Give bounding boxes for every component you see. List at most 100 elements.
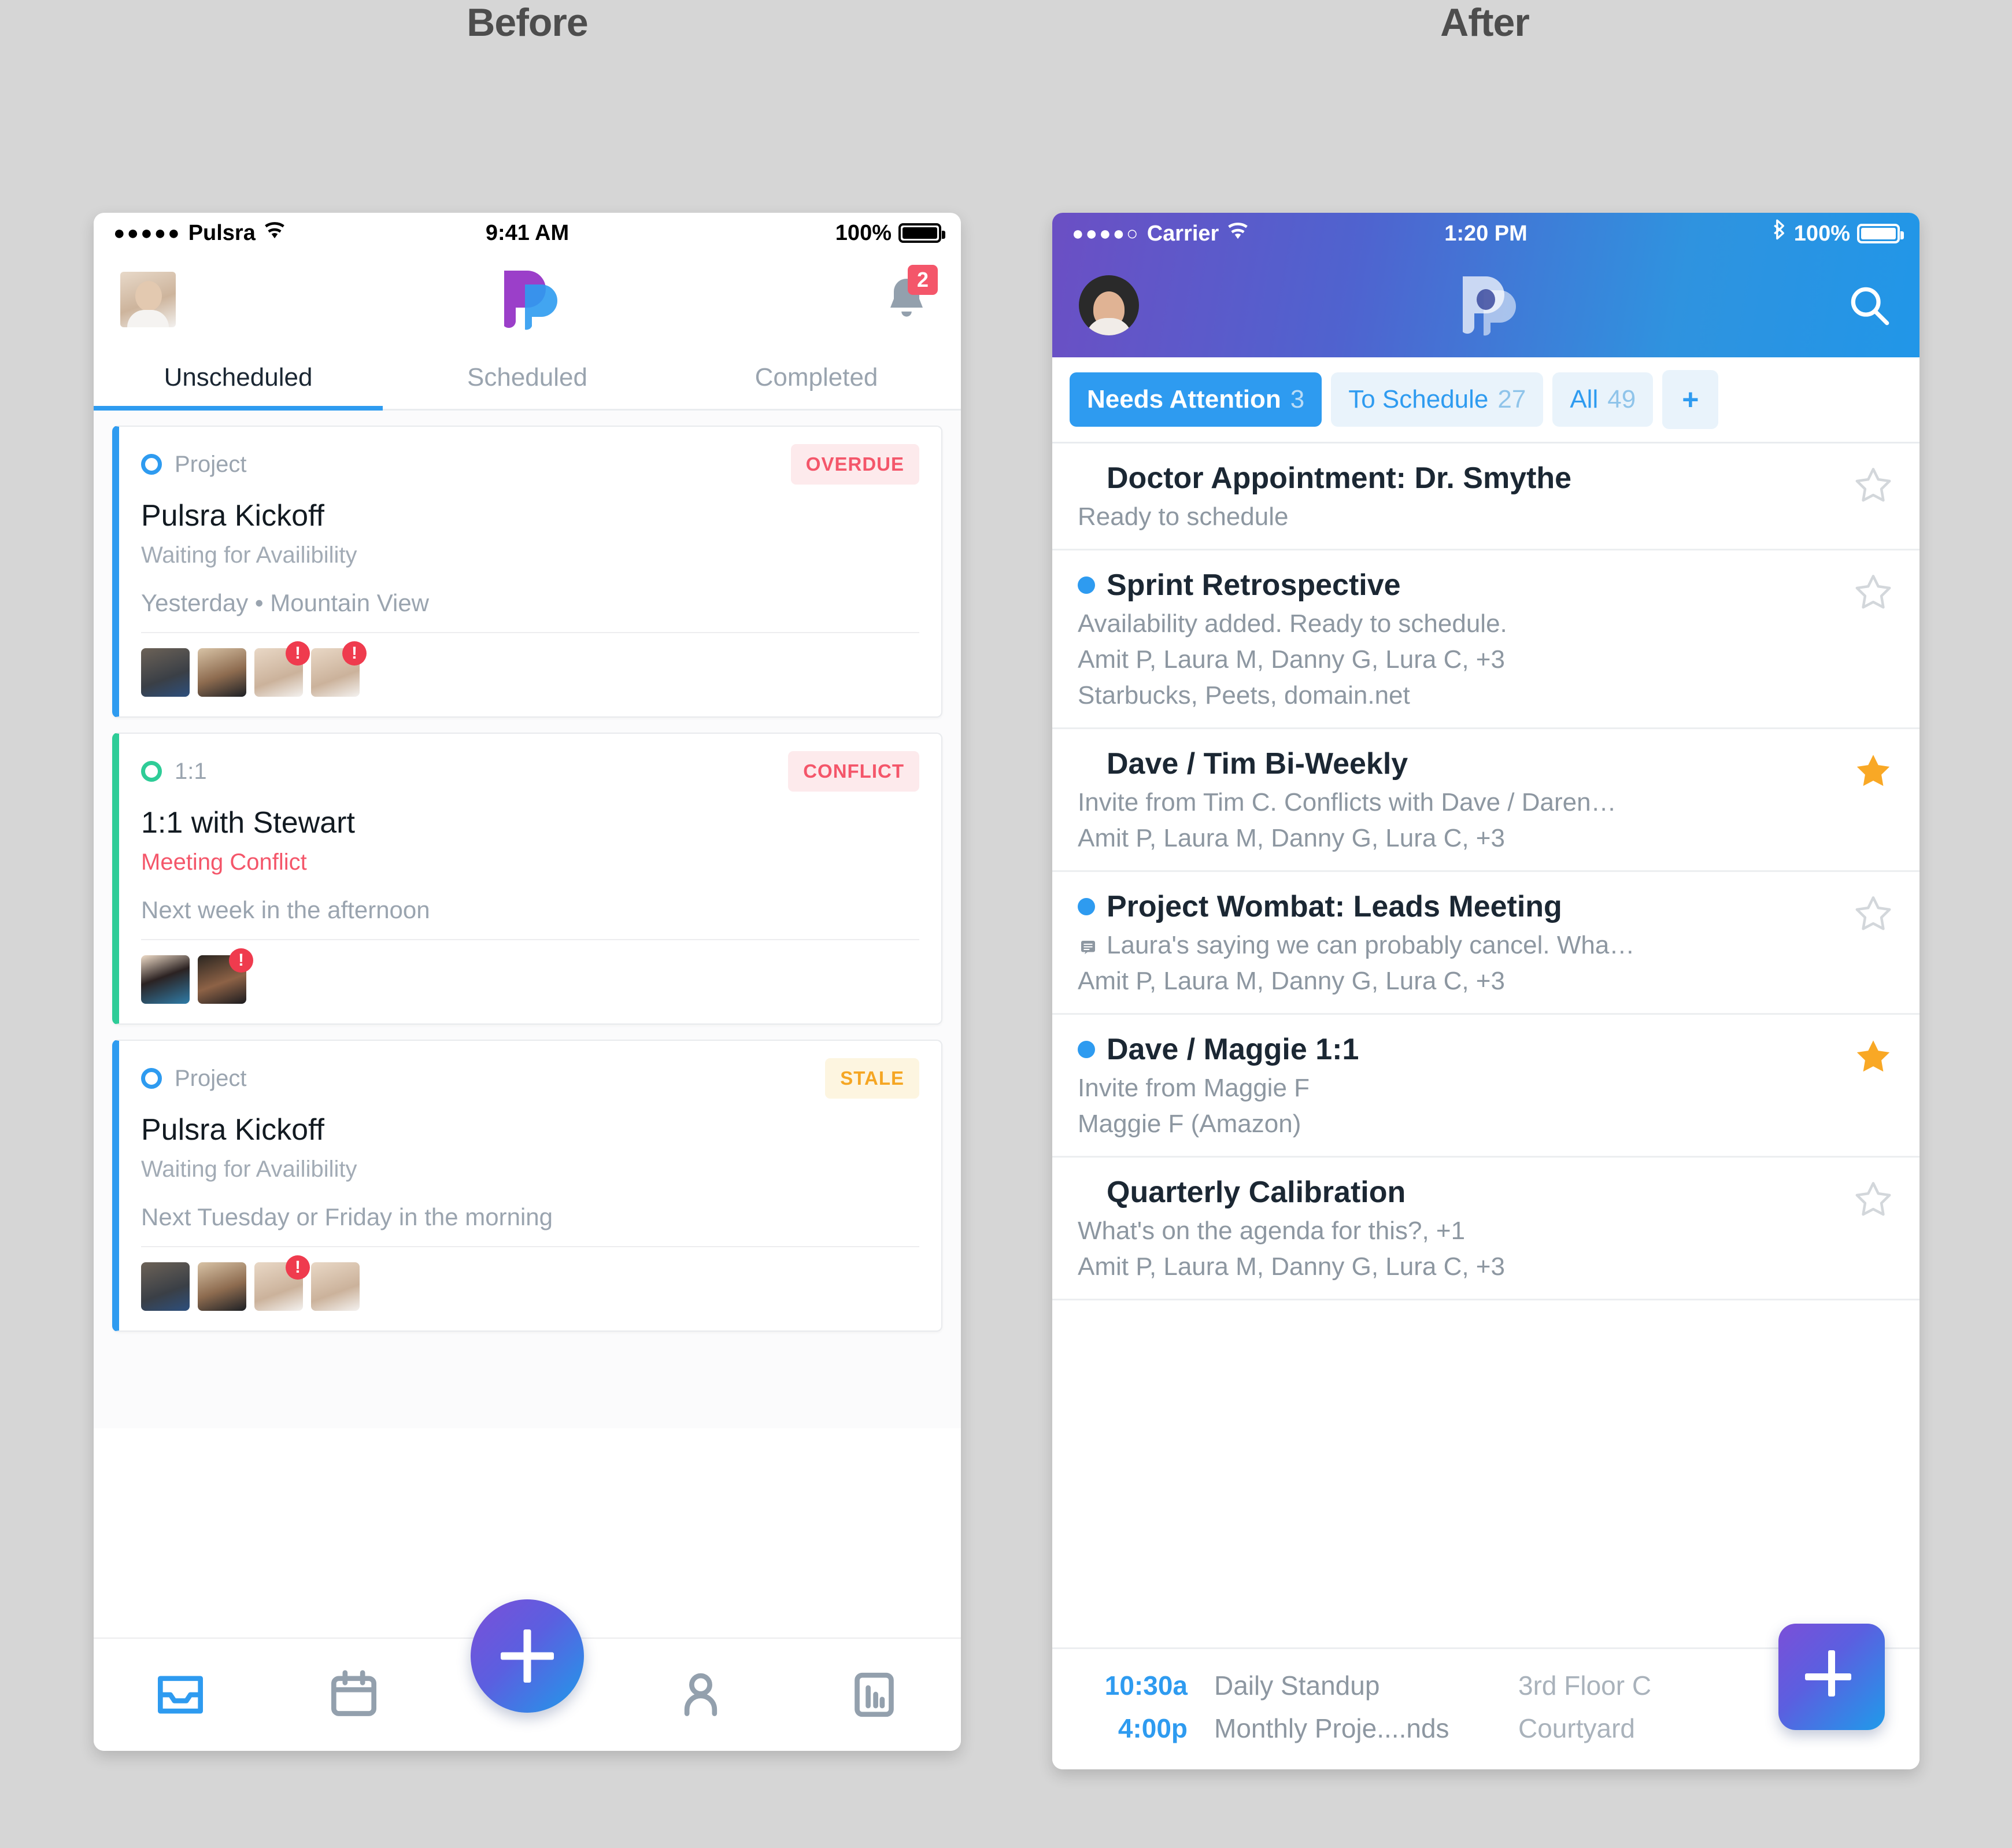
battery-percent-label: 100% bbox=[1793, 221, 1850, 246]
add-filter-button[interactable]: + bbox=[1662, 370, 1719, 429]
alert-icon: ! bbox=[286, 641, 310, 666]
favorite-star-icon[interactable] bbox=[1852, 464, 1894, 509]
favorite-star-icon[interactable] bbox=[1852, 750, 1894, 794]
bluetooth-icon bbox=[1772, 219, 1787, 249]
signal-dots-icon: ●●●●● bbox=[113, 221, 182, 244]
card-title: Pulsra Kickoff bbox=[141, 1113, 324, 1147]
tab-unscheduled[interactable]: Unscheduled bbox=[94, 346, 383, 411]
unread-dot-icon bbox=[1078, 898, 1095, 915]
avatar[interactable] bbox=[198, 1262, 246, 1311]
pulsra-logo bbox=[497, 266, 557, 333]
person-icon bbox=[684, 1673, 717, 1716]
tabbar-item-inbox[interactable] bbox=[94, 1665, 267, 1725]
before-tab-strip: Unscheduled Scheduled Completed bbox=[94, 346, 961, 411]
list-item-attendees: Amit P, Laura M, Danny G, Lura C, +3 bbox=[1078, 1252, 1505, 1281]
list-item[interactable]: Project Wombat: Leads Meeting Laura's sa… bbox=[1052, 872, 1919, 1015]
avatar[interactable] bbox=[120, 272, 176, 327]
tabbar-item-reports[interactable] bbox=[787, 1665, 961, 1725]
after-header: ●●●●○ Carrier 1:20 PM 100% bbox=[1052, 213, 1919, 357]
pulsra-logo bbox=[1456, 272, 1516, 339]
add-button[interactable] bbox=[1778, 1624, 1885, 1730]
battery-full-icon bbox=[1857, 224, 1904, 243]
list-item[interactable]: Quarterly Calibration What's on the agen… bbox=[1052, 1158, 1919, 1300]
tab-completed[interactable]: Completed bbox=[672, 346, 961, 409]
tabbar-item-profile[interactable] bbox=[614, 1665, 787, 1725]
card-title: Pulsra Kickoff bbox=[141, 499, 324, 533]
notifications-button[interactable]: 2 bbox=[879, 265, 938, 327]
add-button[interactable] bbox=[471, 1599, 584, 1713]
schedule-title: Monthly Proje....nds bbox=[1214, 1713, 1449, 1743]
meeting-card[interactable]: Project STALE Pulsra Kickoff Waiting for… bbox=[112, 1040, 942, 1332]
list-item-locations: Starbucks, Peets, domain.net bbox=[1078, 681, 1410, 709]
avatar[interactable]: ! bbox=[254, 641, 310, 697]
after-status-bar: ●●●●○ Carrier 1:20 PM 100% bbox=[1052, 213, 1919, 254]
schedule-time: 10:30a bbox=[1104, 1670, 1188, 1701]
meeting-card[interactable]: 1:1 CONFLICT 1:1 with Stewart Meeting Co… bbox=[112, 733, 942, 1025]
favorite-star-icon[interactable] bbox=[1852, 1036, 1894, 1080]
tabbar-item-calendar[interactable] bbox=[267, 1665, 441, 1725]
wifi-icon bbox=[262, 221, 287, 245]
chip-label: To Schedule bbox=[1348, 385, 1489, 413]
schedule-time: 4:00p bbox=[1118, 1713, 1188, 1743]
list-item-title: Project Wombat: Leads Meeting bbox=[1107, 890, 1562, 923]
status-ring-icon bbox=[141, 1068, 162, 1089]
chart-bar-icon bbox=[855, 1672, 894, 1717]
avatar[interactable] bbox=[141, 1262, 190, 1311]
chip-label: Needs Attention bbox=[1087, 385, 1281, 413]
list-item[interactable]: Dave / Tim Bi-Weekly Invite from Tim C. … bbox=[1052, 729, 1919, 872]
wifi-icon bbox=[1226, 222, 1250, 246]
notification-badge: 2 bbox=[908, 265, 938, 295]
avatar[interactable]: ! bbox=[311, 641, 367, 697]
tab-scheduled[interactable]: Scheduled bbox=[383, 346, 672, 409]
after-list[interactable]: Doctor Appointment: Dr. Smythe Ready to … bbox=[1052, 443, 1919, 1300]
chip-label: All bbox=[1570, 385, 1599, 413]
after-phone-mockup: ●●●●○ Carrier 1:20 PM 100% Needs Attenti… bbox=[1052, 213, 1919, 1769]
list-item[interactable]: Dave / Maggie 1:1 Invite from Maggie F M… bbox=[1052, 1015, 1919, 1158]
list-item[interactable]: Doctor Appointment: Dr. Smythe Ready to … bbox=[1052, 443, 1919, 550]
list-item-subtitle: Invite from Maggie F bbox=[1078, 1074, 1310, 1102]
list-item-title: Dave / Tim Bi-Weekly bbox=[1107, 747, 1408, 781]
chip-all[interactable]: All 49 bbox=[1552, 372, 1654, 427]
card-when: Next Tuesday or Friday in the morning bbox=[141, 1203, 919, 1247]
clock-label: 1:20 PM bbox=[1444, 221, 1528, 246]
avatar[interactable] bbox=[1079, 275, 1139, 335]
alert-icon: ! bbox=[229, 948, 253, 973]
avatar[interactable] bbox=[141, 955, 190, 1004]
after-nav-bar bbox=[1052, 254, 1919, 356]
carrier-label: Carrier bbox=[1146, 221, 1219, 246]
meeting-card[interactable]: Project OVERDUE Pulsra Kickoff Waiting f… bbox=[112, 426, 942, 718]
plus-icon bbox=[1805, 1650, 1858, 1703]
message-icon bbox=[1078, 936, 1099, 960]
avatar[interactable] bbox=[198, 648, 246, 697]
avatar[interactable]: ! bbox=[254, 1255, 310, 1311]
filter-chip-row[interactable]: Needs Attention 3 To Schedule 27 All 49 … bbox=[1052, 357, 1919, 443]
schedule-location: 3rd Floor C bbox=[1518, 1670, 1652, 1701]
card-subtitle: Waiting for Availibility bbox=[141, 1156, 357, 1182]
attendee-avatars: ! ! bbox=[141, 641, 919, 697]
avatar[interactable] bbox=[141, 648, 190, 697]
avatar[interactable]: ! bbox=[198, 948, 253, 1004]
alert-icon: ! bbox=[286, 1255, 310, 1280]
chip-to-schedule[interactable]: To Schedule 27 bbox=[1331, 372, 1544, 427]
favorite-star-icon[interactable] bbox=[1852, 893, 1894, 937]
calendar-icon bbox=[331, 1670, 376, 1716]
favorite-star-icon[interactable] bbox=[1852, 571, 1894, 616]
schedule-location: Courtyard bbox=[1518, 1713, 1635, 1743]
card-type-label: Project bbox=[175, 451, 247, 477]
unread-dot-icon bbox=[1078, 576, 1095, 594]
favorite-star-icon[interactable] bbox=[1852, 1178, 1894, 1223]
status-ring-icon bbox=[141, 454, 162, 475]
attendee-avatars: ! bbox=[141, 1255, 919, 1311]
list-item-attendees: Amit P, Laura M, Danny G, Lura C, +3 bbox=[1078, 824, 1505, 852]
status-ring-icon bbox=[141, 761, 162, 782]
list-item-subtitle: Availability added. Ready to schedule. bbox=[1078, 609, 1507, 638]
chip-count: 27 bbox=[1497, 385, 1526, 413]
chip-needs-attention[interactable]: Needs Attention 3 bbox=[1070, 372, 1322, 427]
list-item-message: Laura's saying we can probably cancel. W… bbox=[1078, 931, 1840, 960]
card-when: Yesterday • Mountain View bbox=[141, 589, 919, 633]
search-button[interactable] bbox=[1845, 282, 1893, 329]
list-item-title: Quarterly Calibration bbox=[1107, 1176, 1406, 1209]
avatar[interactable] bbox=[311, 1262, 360, 1311]
before-card-list[interactable]: Project OVERDUE Pulsra Kickoff Waiting f… bbox=[94, 411, 961, 1428]
list-item[interactable]: Sprint Retrospective Availability added.… bbox=[1052, 550, 1919, 729]
